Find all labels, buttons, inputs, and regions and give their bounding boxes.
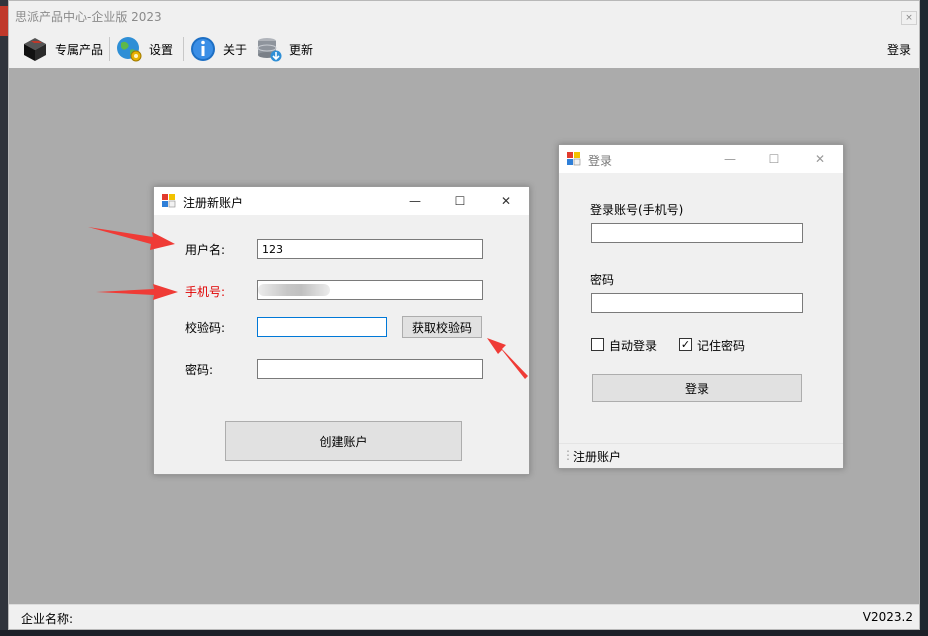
annotation-overlay	[88, 227, 528, 379]
arrow-to-get-code-icon	[487, 338, 528, 379]
arrow-to-phone-icon	[96, 284, 178, 300]
arrow-to-username-icon	[88, 227, 175, 250]
